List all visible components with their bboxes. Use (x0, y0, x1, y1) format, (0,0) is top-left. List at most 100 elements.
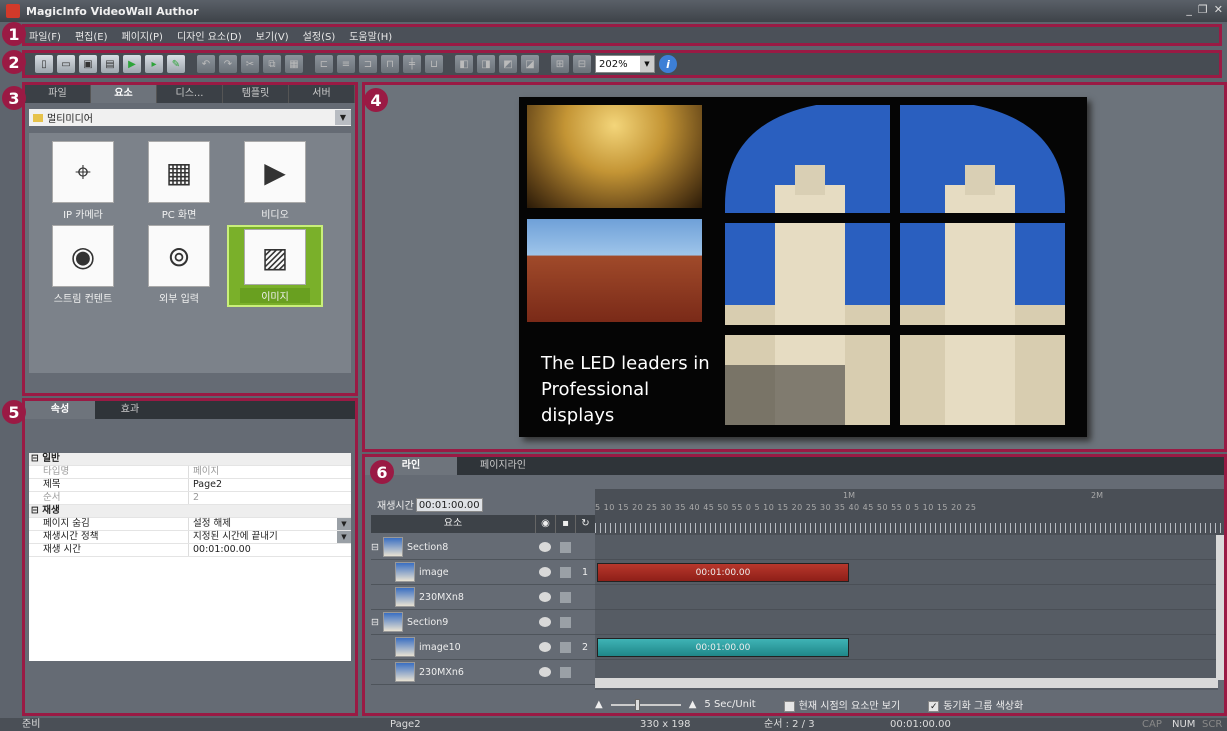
element-video[interactable]: ▶ 비디오 (227, 141, 323, 223)
paste-icon[interactable]: ▦ (285, 55, 303, 73)
tab-server[interactable]: 서버 (289, 85, 355, 103)
group-general[interactable]: ⊟ 일반 (29, 453, 351, 466)
send-back-icon[interactable]: ◪ (521, 55, 539, 73)
eye-icon[interactable] (539, 642, 551, 652)
lock-icon[interactable]: ▪ (555, 515, 575, 533)
table-row[interactable]: ⊟ Section8 (371, 535, 595, 560)
timeline-clip[interactable]: 00:01:00.00 (597, 638, 849, 657)
minimize-icon[interactable]: _ (1186, 3, 1192, 16)
bring-forward-icon[interactable]: ◨ (477, 55, 495, 73)
hide-page-select[interactable]: 설정 해제 (193, 518, 231, 530)
dome-image[interactable] (527, 105, 702, 208)
tab-display[interactable]: 디스... (157, 85, 223, 103)
element-image[interactable]: ▨ 이미지 (227, 225, 323, 307)
align-top-icon[interactable]: ⊓ (381, 55, 399, 73)
sync-icon[interactable]: ↻ (575, 515, 595, 533)
zoom-out-icon[interactable]: ▲ (595, 699, 603, 710)
play-time-field[interactable]: 00:01:00.00 (193, 544, 251, 556)
timeline-ruler[interactable]: 1M 2M 5 10 15 20 25 30 35 40 45 50 55 0 … (595, 489, 1224, 535)
tab-effects[interactable]: 효과 (95, 401, 165, 419)
property-row[interactable]: 페이지 숨김 설정 해제 ▼ (29, 518, 351, 531)
lock-icon[interactable] (559, 566, 571, 578)
chevron-down-icon[interactable]: ▼ (335, 110, 351, 125)
lock-icon[interactable] (559, 666, 571, 678)
align-bottom-icon[interactable]: ⊔ (425, 55, 443, 73)
element-external-input[interactable]: ⊚ 외부 입력 (131, 225, 227, 307)
brick-building-image[interactable] (527, 219, 702, 322)
title-field[interactable]: Page2 (193, 479, 222, 491)
send-backward-icon[interactable]: ◩ (499, 55, 517, 73)
lock-icon[interactable] (559, 616, 571, 628)
restore-icon[interactable]: ❐ (1198, 3, 1208, 16)
table-row[interactable]: 230MXn8 (371, 585, 595, 610)
align-right-icon[interactable]: ⊐ (359, 55, 377, 73)
element-stream[interactable]: ◉ 스트림 컨텐트 (35, 225, 131, 307)
playtime-field[interactable]: 00:01:00.00 (415, 497, 483, 512)
ungroup-icon[interactable]: ⊟ (573, 55, 591, 73)
chevron-down-icon[interactable]: ▼ (337, 531, 351, 543)
align-middle-icon[interactable]: ╪ (403, 55, 421, 73)
group-play[interactable]: ⊟ 재생 (29, 505, 351, 518)
page-canvas[interactable]: The LED leaders in Professional displays (519, 97, 1087, 437)
bring-front-icon[interactable]: ◧ (455, 55, 473, 73)
info-icon[interactable]: i (659, 55, 677, 73)
property-row[interactable]: 재생시간 정책 지정된 시간에 끝내기 ▼ (29, 531, 351, 544)
castle-image[interactable] (715, 105, 1075, 425)
save-icon[interactable]: ▣ (79, 55, 97, 73)
table-row[interactable]: 230MXn6 (371, 660, 595, 685)
collapse-icon[interactable]: ⊟ (31, 505, 42, 516)
checkbox-icon[interactable] (783, 700, 795, 712)
align-left-icon[interactable]: ⊏ (315, 55, 333, 73)
play-policy-select[interactable]: 지정된 시간에 끝내기 (193, 531, 278, 543)
table-row[interactable]: ⊟ Section9 (371, 610, 595, 635)
tab-properties[interactable]: 속성 (25, 401, 95, 419)
horizontal-scrollbar[interactable] (595, 678, 1218, 688)
redo-icon[interactable]: ↷ (219, 55, 237, 73)
property-row[interactable]: 제목 Page2 (29, 479, 351, 492)
new-page-icon[interactable]: ▯ (35, 55, 53, 73)
play-page-icon[interactable]: ▸ (145, 55, 163, 73)
element-pc-screen[interactable]: ▦ PC 화면 (131, 141, 227, 223)
undo-icon[interactable]: ↶ (197, 55, 215, 73)
zoom-select[interactable]: 202% ▼ (595, 55, 655, 73)
collapse-icon[interactable]: ⊟ (31, 453, 42, 464)
menu-view[interactable]: 보기(V) (256, 28, 289, 43)
group-icon[interactable]: ⊞ (551, 55, 569, 73)
tab-template[interactable]: 템플릿 (223, 85, 289, 103)
menu-help[interactable]: 도움말(H) (349, 28, 392, 43)
tab-pageline[interactable]: 페이지라인 (457, 457, 549, 475)
lock-icon[interactable] (559, 641, 571, 653)
checkbox-checked-icon[interactable]: ✓ (928, 700, 940, 712)
chevron-down-icon[interactable]: ▼ (337, 518, 351, 530)
publish-icon[interactable]: ▤ (101, 55, 119, 73)
slider-handle[interactable] (634, 698, 640, 711)
align-center-icon[interactable]: ≡ (337, 55, 355, 73)
sync-color-checkbox[interactable]: ✓ 동기화 그룹 색상화 (928, 697, 1023, 712)
timeline-clip[interactable]: 00:01:00.00 (597, 563, 849, 582)
open-folder-icon[interactable]: ▭ (57, 55, 75, 73)
preview-icon[interactable]: ✎ (167, 55, 185, 73)
vertical-scrollbar[interactable] (1216, 535, 1224, 680)
play-icon[interactable]: ▶ (123, 55, 141, 73)
chevron-down-icon[interactable]: ▼ (640, 56, 654, 72)
tagline-text[interactable]: The LED leaders in Professional displays (541, 351, 721, 429)
unit-slider[interactable] (610, 698, 681, 711)
current-only-checkbox[interactable]: 현재 시점의 요소만 보기 (783, 697, 900, 712)
category-select[interactable]: 멀티미디어 ▼ (29, 109, 351, 126)
property-row[interactable]: 재생 시간 00:01:00.00 (29, 544, 351, 557)
menu-file[interactable]: 파일(F) (29, 28, 61, 43)
element-ip-camera[interactable]: ⌖ IP 카메라 (35, 141, 131, 223)
table-row[interactable]: image10 2 (371, 635, 595, 660)
copy-icon[interactable]: ⧉ (263, 55, 281, 73)
tab-elements[interactable]: 요소 (91, 85, 157, 103)
eye-icon[interactable] (539, 667, 551, 677)
eye-icon[interactable] (539, 567, 551, 577)
menu-edit[interactable]: 편집(E) (75, 28, 108, 43)
eye-icon[interactable] (539, 592, 551, 602)
zoom-in-icon[interactable]: ▲ (689, 699, 697, 710)
lock-icon[interactable] (559, 591, 571, 603)
eye-icon[interactable]: ◉ (535, 515, 555, 533)
tab-file[interactable]: 파일 (25, 85, 91, 103)
cut-icon[interactable]: ✂ (241, 55, 259, 73)
menu-settings[interactable]: 설정(S) (303, 28, 336, 43)
